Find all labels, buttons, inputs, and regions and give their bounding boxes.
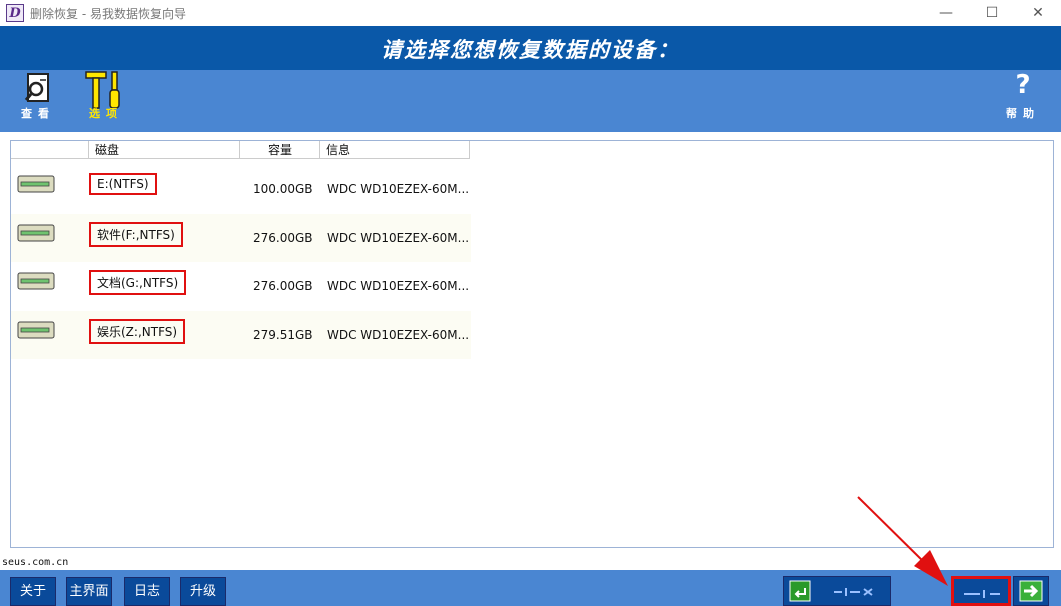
back-arrow-icon [789, 580, 811, 602]
page-title: 请选择您想恢复数据的设备： [381, 38, 680, 62]
disk-info: WDC WD10EZEX-60M... [327, 231, 470, 245]
device-row[interactable]: E:(NTFS) 100.00GB WDC WD10EZEX-60M... [11, 165, 471, 213]
help-button[interactable]: ? 帮助 [993, 70, 1053, 128]
log-button[interactable]: 日志 [124, 577, 170, 606]
options-button[interactable]: 选项 [76, 70, 136, 128]
header-banner: 请选择您想恢复数据的设备： [0, 26, 1061, 70]
toolbar: 查看 选项 ? 帮助 [0, 70, 1061, 132]
title-bar: D 删除恢复 - 易我数据恢复向导 — ☐ ✕ [0, 0, 1061, 26]
disk-info: WDC WD10EZEX-60M... [327, 279, 470, 293]
hard-disk-icon [17, 224, 55, 242]
disk-info: WDC WD10EZEX-60M... [327, 328, 470, 342]
tools-icon [85, 71, 120, 109]
scrambled-label-icon [964, 590, 1000, 598]
device-row[interactable]: 文档(G:,NTFS) 276.00GB WDC WD10EZEX-60M... [11, 262, 471, 310]
view-label: 查看 [21, 107, 55, 120]
header-disk[interactable]: 磁盘 [89, 141, 240, 159]
forward-arrow-icon [1019, 580, 1043, 602]
maximize-button[interactable]: ☐ [969, 0, 1015, 26]
disk-name: E:(NTFS) [89, 173, 157, 195]
help-icon: ? [1015, 70, 1031, 100]
disk-capacity: 100.00GB [253, 182, 313, 196]
disk-capacity: 279.51GB [253, 328, 313, 342]
minimize-button[interactable]: — [923, 0, 969, 26]
device-row[interactable]: 软件(F:,NTFS) 276.00GB WDC WD10EZEX-60M... [11, 214, 471, 262]
disk-info: WDC WD10EZEX-60M... [327, 182, 470, 196]
view-button[interactable]: 查看 [8, 70, 68, 128]
next-button[interactable] [1013, 576, 1049, 606]
disk-capacity: 276.00GB [253, 279, 313, 293]
back-button[interactable] [783, 576, 891, 606]
hard-disk-icon [17, 321, 55, 339]
bottom-bar: 关于 主界面 日志 升级 [0, 570, 1061, 606]
hard-disk-icon [17, 272, 55, 290]
hard-disk-icon [17, 175, 55, 193]
main-menu-button[interactable]: 主界面 [66, 577, 112, 606]
scan-button[interactable] [951, 576, 1011, 606]
disk-name: 软件(F:,NTFS) [89, 222, 183, 247]
upgrade-button[interactable]: 升级 [180, 577, 226, 606]
disk-name: 娱乐(Z:,NTFS) [89, 319, 186, 344]
about-button[interactable]: 关于 [10, 577, 56, 606]
header-info[interactable]: 信息 [320, 141, 470, 159]
options-label: 选项 [89, 107, 123, 120]
scrambled-label-icon [834, 588, 873, 596]
help-label: 帮助 [1006, 107, 1040, 120]
device-row[interactable]: 娱乐(Z:,NTFS) 279.51GB WDC WD10EZEX-60M... [11, 311, 471, 359]
list-header: 磁盘 容量 信息 [11, 141, 471, 160]
disk-name: 文档(G:,NTFS) [89, 270, 187, 295]
app-logo-icon: D [6, 4, 24, 22]
window-title: 删除恢复 - 易我数据恢复向导 [30, 7, 186, 21]
device-list: 磁盘 容量 信息 E:(NTFS) 100.00GB WDC WD10EZEX-… [10, 140, 1054, 548]
header-capacity[interactable]: 容量 [240, 141, 320, 159]
disk-capacity: 276.00GB [253, 231, 313, 245]
website-url[interactable]: seus.com.cn [2, 557, 68, 568]
header-icon-column [11, 141, 89, 159]
close-button[interactable]: ✕ [1015, 0, 1061, 26]
magnifier-document-icon [24, 73, 49, 102]
